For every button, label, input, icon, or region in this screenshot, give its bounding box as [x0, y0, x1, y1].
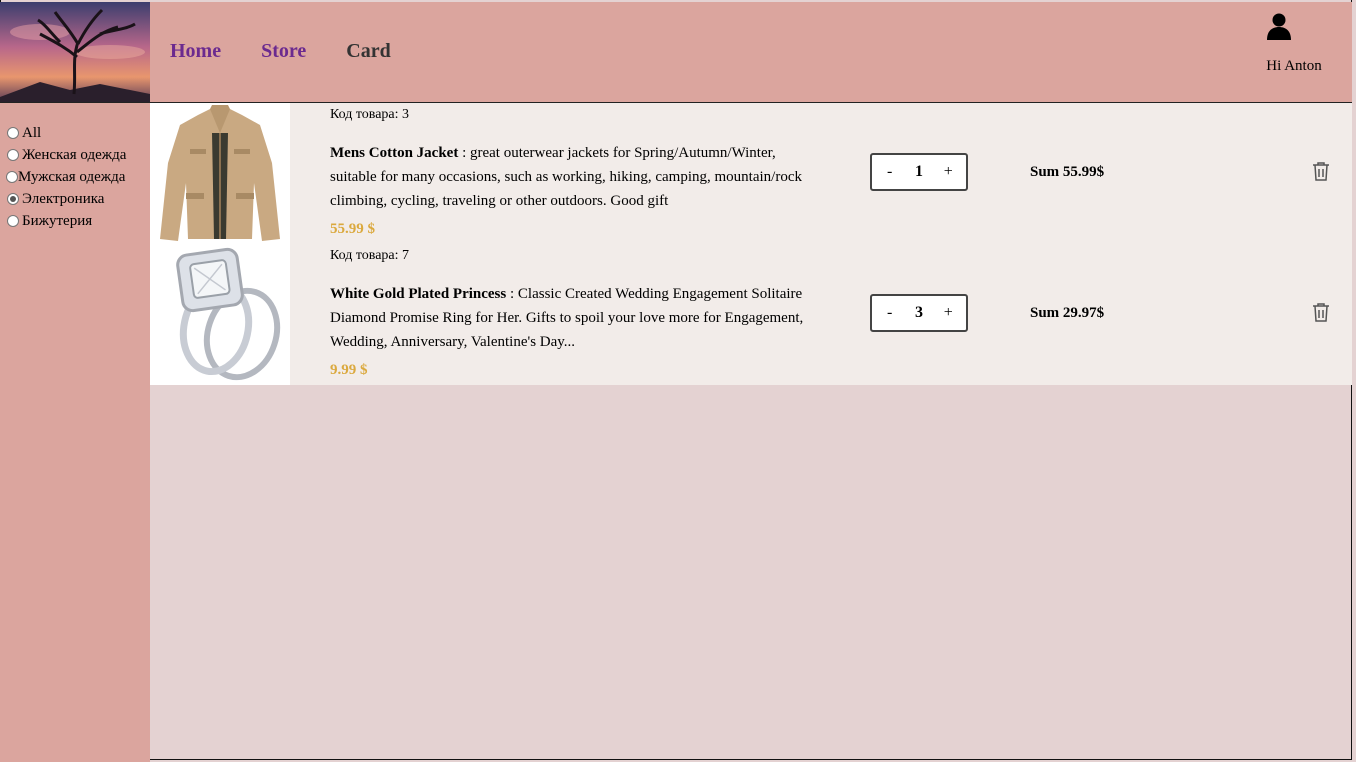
- product-code: Код товара: 7: [330, 248, 410, 263]
- header: Home Store Card Hi Anton: [0, 2, 1352, 103]
- product-image-jacket: [150, 103, 290, 244]
- cart-list: Код товара: 3 Mens Cotton Jacket : great…: [150, 103, 1352, 385]
- filter-womens-clothing-label: Женская одежда: [22, 146, 127, 163]
- decrease-quantity-button[interactable]: -: [880, 304, 900, 322]
- user-menu[interactable]: Hi Anton: [1262, 12, 1326, 75]
- increase-quantity-button[interactable]: +: [938, 163, 958, 181]
- filter-jewelery-label: Бижутерия: [22, 212, 93, 229]
- filter-mens-clothing[interactable]: Мужская одежда: [0, 166, 150, 188]
- user-icon: [1267, 13, 1291, 40]
- filter-womens-clothing-radio[interactable]: [7, 149, 19, 161]
- product-price: 55.99 $: [330, 221, 375, 237]
- filter-mens-clothing-radio[interactable]: [6, 171, 18, 183]
- product-description: Mens Cotton Jacket : great outerwear jac…: [330, 141, 820, 213]
- trash-icon[interactable]: [1312, 302, 1330, 327]
- filter-electronics[interactable]: Электроника: [0, 188, 150, 210]
- nav-card-link[interactable]: Card: [346, 40, 390, 63]
- filter-jewelery[interactable]: Бижутерия: [0, 210, 150, 232]
- category-sidebar: All Женская одежда Мужская одежда Электр…: [0, 103, 150, 762]
- product-title[interactable]: White Gold Plated Princess: [330, 286, 506, 302]
- nav-store-link[interactable]: Store: [261, 40, 306, 63]
- cart-item: Код товара: 7 White Gold Plated Princess…: [150, 244, 1352, 385]
- decrease-quantity-button[interactable]: -: [880, 163, 900, 181]
- product-image-ring: [150, 244, 290, 385]
- quantity-value: 1: [914, 163, 923, 180]
- main-nav: Home Store Card: [170, 40, 431, 63]
- product-description: White Gold Plated Princess : Classic Cre…: [330, 282, 820, 354]
- filter-jewelery-radio[interactable]: [7, 215, 19, 227]
- product-price: 9.99 $: [330, 362, 368, 378]
- filter-womens-clothing[interactable]: Женская одежда: [0, 144, 150, 166]
- user-greeting: Hi Anton: [1266, 58, 1322, 74]
- filter-all-label: All: [22, 124, 42, 141]
- item-sum: Sum 29.97$: [1030, 305, 1105, 321]
- product-title[interactable]: Mens Cotton Jacket: [330, 145, 458, 161]
- filter-all[interactable]: All: [0, 122, 150, 144]
- increase-quantity-button[interactable]: +: [938, 304, 958, 322]
- filter-all-radio[interactable]: [7, 127, 19, 139]
- cart-item: Код товара: 3 Mens Cotton Jacket : great…: [150, 103, 1352, 244]
- product-code: Код товара: 3: [330, 107, 410, 122]
- quantity-value: 3: [914, 304, 923, 321]
- quantity-stepper: - 1 +: [870, 153, 968, 191]
- trash-icon[interactable]: [1312, 161, 1330, 186]
- logo-image[interactable]: [0, 2, 150, 102]
- filter-electronics-label: Электроника: [22, 190, 105, 207]
- quantity-stepper: - 3 +: [870, 294, 968, 332]
- filter-electronics-radio[interactable]: [7, 193, 19, 205]
- nav-home-link[interactable]: Home: [170, 40, 221, 63]
- filter-mens-clothing-label: Мужская одежда: [18, 168, 126, 185]
- item-sum: Sum 55.99$: [1030, 164, 1105, 180]
